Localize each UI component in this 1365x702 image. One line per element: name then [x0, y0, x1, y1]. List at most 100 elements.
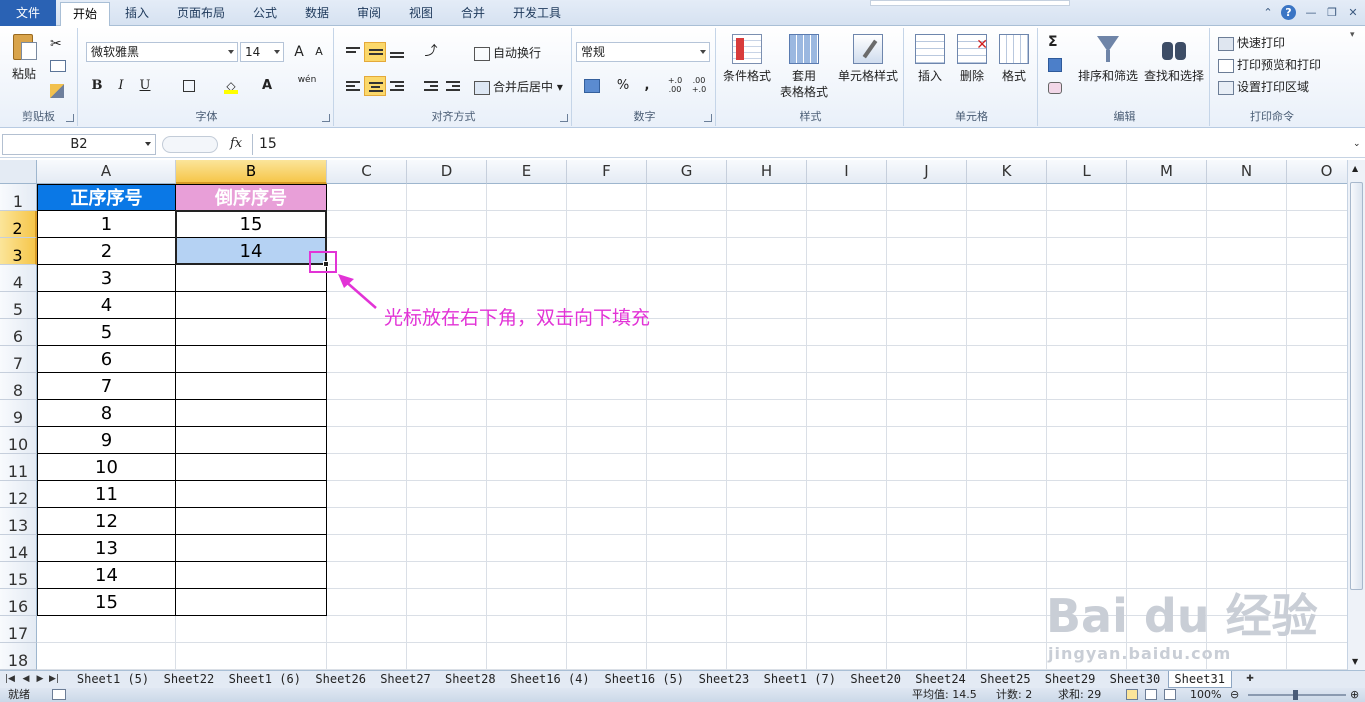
shrink-font-button[interactable]: A	[308, 42, 330, 62]
column-header[interactable]: G	[647, 160, 727, 184]
table-cell-forward[interactable]: 5	[37, 319, 176, 346]
clipboard-launcher-icon[interactable]	[66, 114, 74, 122]
conditional-format-button[interactable]: 条件格式	[720, 34, 774, 84]
column-header[interactable]: N	[1207, 160, 1287, 184]
table-cell-forward[interactable]: 6	[37, 346, 176, 373]
new-sheet-icon[interactable]: ✚	[1242, 673, 1258, 686]
sheet-tab[interactable]: Sheet20	[844, 671, 908, 688]
tab-review[interactable]: 审阅	[348, 2, 390, 26]
column-header[interactable]: B	[176, 160, 327, 184]
italic-button[interactable]: I	[110, 76, 132, 96]
cell-styles-button[interactable]: 单元格样式	[834, 34, 902, 84]
table-cell-forward[interactable]: 14	[37, 562, 176, 589]
ribbon-chevron-icon[interactable]: ▾	[1350, 30, 1355, 40]
row-header[interactable]: 7	[0, 346, 37, 373]
prev-sheet-icon[interactable]: ◀	[20, 673, 32, 686]
wrap-text-button[interactable]: 自动换行	[474, 44, 541, 61]
format-cells-button[interactable]: 格式	[994, 34, 1034, 84]
page-break-view-icon[interactable]	[1164, 689, 1176, 700]
row-header[interactable]: 11	[0, 454, 37, 481]
table-cell-forward[interactable]: 11	[37, 481, 176, 508]
sheet-tab[interactable]: Sheet31	[1167, 671, 1232, 688]
vertical-scroll-thumb[interactable]	[1350, 182, 1363, 590]
table-cell-forward[interactable]: 9	[37, 427, 176, 454]
table-cell-forward[interactable]: 13	[37, 535, 176, 562]
table-cell-reverse[interactable]	[176, 319, 327, 346]
scroll-up-icon[interactable]: ▲	[1352, 164, 1358, 173]
cut-icon[interactable]: ✂	[50, 36, 62, 52]
row-header[interactable]: 1	[0, 184, 37, 211]
normal-view-icon[interactable]	[1126, 689, 1138, 700]
sheet-tab[interactable]: Sheet27	[374, 671, 438, 688]
column-header[interactable]: O	[1287, 160, 1347, 184]
border-button[interactable]	[178, 76, 200, 96]
last-sheet-icon[interactable]: ▶|	[48, 673, 60, 686]
percent-button[interactable]: %	[612, 76, 634, 96]
sheet-tab[interactable]: Sheet29	[1038, 671, 1102, 688]
underline-button[interactable]: U	[134, 76, 156, 96]
table-cell-reverse[interactable]	[176, 346, 327, 373]
row-header[interactable]: 4	[0, 265, 37, 292]
close-icon[interactable]: ✕	[1345, 5, 1361, 21]
font-color-button[interactable]: A	[256, 76, 278, 96]
sheet-tab[interactable]: Sheet26	[309, 671, 373, 688]
table-header-reverse[interactable]: 倒序序号	[176, 184, 327, 211]
orientation-button[interactable]: ⤴	[420, 42, 442, 62]
table-cell-reverse[interactable]	[176, 589, 327, 616]
align-middle-button[interactable]	[364, 42, 386, 62]
table-cell-reverse[interactable]	[176, 400, 327, 427]
grow-font-button[interactable]: A	[288, 42, 310, 62]
help-icon[interactable]: ?	[1281, 5, 1296, 20]
expand-formula-icon[interactable]: ⌄	[1353, 139, 1361, 149]
column-header[interactable]: F	[567, 160, 647, 184]
row-header[interactable]: 18	[0, 643, 37, 670]
tab-merge[interactable]: 合并	[452, 2, 494, 26]
sheet-tab[interactable]: Sheet1 (6)	[222, 671, 308, 688]
zoom-in-icon[interactable]: ⊕	[1350, 688, 1359, 702]
zoom-out-icon[interactable]: ⊖	[1230, 688, 1239, 702]
collapse-ribbon-icon[interactable]: ⌃	[1260, 5, 1276, 21]
table-cell-forward[interactable]: 2	[37, 238, 176, 265]
status-zoom[interactable]: 100%	[1190, 688, 1221, 702]
zoom-slider-thumb[interactable]	[1293, 690, 1298, 700]
sheet-tab[interactable]: Sheet30	[1103, 671, 1167, 688]
formula-input[interactable]: 15	[252, 134, 1350, 155]
table-cell-forward[interactable]: 12	[37, 508, 176, 535]
tab-developer[interactable]: 开发工具	[504, 2, 570, 26]
fill-icon[interactable]	[1048, 58, 1062, 72]
align-center-button[interactable]	[364, 76, 386, 96]
clear-icon[interactable]	[1048, 82, 1062, 94]
column-header[interactable]: J	[887, 160, 967, 184]
comma-button[interactable]: ,	[636, 76, 658, 96]
row-header[interactable]: 14	[0, 535, 37, 562]
restore-icon[interactable]: ❐	[1324, 5, 1340, 21]
table-header-forward[interactable]: 正序序号	[37, 184, 176, 211]
table-cell-forward[interactable]: 15	[37, 589, 176, 616]
delete-cells-button[interactable]: ✕ 删除	[952, 34, 992, 84]
number-format-select[interactable]: 常规	[576, 42, 710, 62]
sheet-tab[interactable]: Sheet16 (5)	[598, 671, 691, 688]
row-header[interactable]: 10	[0, 427, 37, 454]
sheet-tab[interactable]: Sheet22	[157, 671, 221, 688]
phonetic-button[interactable]: wén	[294, 74, 320, 94]
sheet-tab[interactable]: Sheet1 (7)	[757, 671, 843, 688]
fill-color-button[interactable]: ◇	[220, 76, 242, 96]
vertical-scrollbar[interactable]: ▲ ▼	[1347, 160, 1365, 670]
table-cell-reverse[interactable]	[176, 265, 327, 292]
quick-print-button[interactable]: 快速打印	[1218, 34, 1285, 51]
sheet-tab[interactable]: Sheet23	[692, 671, 756, 688]
font-size-select[interactable]: 14	[240, 42, 284, 62]
row-header[interactable]: 2	[0, 211, 37, 238]
first-sheet-icon[interactable]: |◀	[4, 673, 16, 686]
column-header[interactable]: I	[807, 160, 887, 184]
scroll-down-icon[interactable]: ▼	[1352, 657, 1358, 666]
print-preview-button[interactable]: 打印预览和打印	[1218, 56, 1321, 73]
decrease-indent-button[interactable]	[420, 76, 442, 96]
formula-bar-handle[interactable]	[162, 136, 218, 153]
row-header[interactable]: 8	[0, 373, 37, 400]
table-cell-reverse[interactable]	[176, 427, 327, 454]
increase-decimal-button[interactable]: +.0 .00	[664, 76, 686, 96]
bold-button[interactable]: B	[86, 76, 108, 96]
select-all-corner[interactable]	[0, 160, 37, 184]
column-header[interactable]: M	[1127, 160, 1207, 184]
